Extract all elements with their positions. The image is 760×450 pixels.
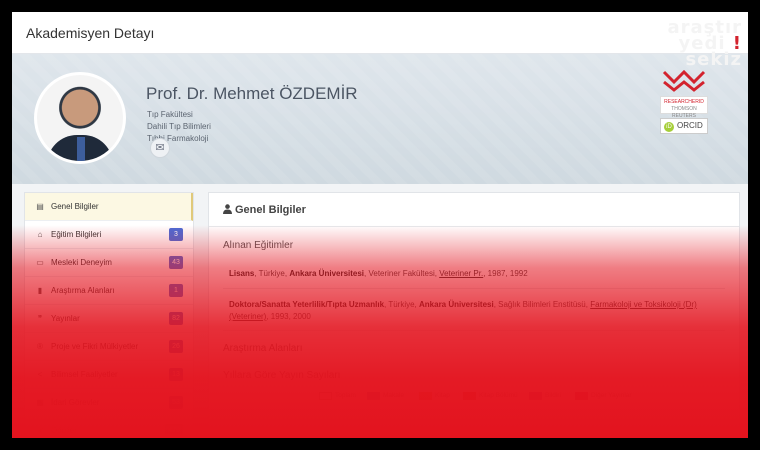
- education-row: Doktora/Sanatta Yeterlilik/Tıpta Uzmanlı…: [223, 289, 725, 331]
- sidebar-item[interactable]: ▭ Mesleki Deneyim 43: [25, 249, 193, 277]
- main-panel: Genel Bilgiler Alınan Eğitimler Lisans, …: [208, 192, 740, 438]
- legend-item[interactable]: Diğer Yayınlar: [575, 391, 632, 401]
- logo-line-3: sekiz: [685, 49, 742, 70]
- legend-label: Kitap: [435, 392, 450, 399]
- sidebar-item-label: Ödüller: [51, 426, 77, 435]
- legend-swatch: [319, 392, 332, 400]
- id-card-icon: ▭: [36, 258, 44, 267]
- legend-label: Bildiri: [545, 392, 561, 399]
- legend-swatch: [529, 392, 542, 400]
- sidebar-item[interactable]: ▮ Araştırma Alanları 1: [25, 277, 193, 305]
- orcid-icon: iD: [664, 122, 674, 132]
- registered-icon: ®: [37, 342, 43, 351]
- count-badge: 53: [169, 396, 183, 409]
- watermark-logo: araştır yedi ! sekiz: [662, 19, 742, 70]
- sidebar-item[interactable]: ❞ Yayınlar 82: [25, 305, 193, 333]
- top-bar: Akademisyen Detayı: [12, 12, 748, 54]
- book-icon: ▤: [36, 202, 44, 211]
- legend-item[interactable]: Kitap: [419, 391, 450, 401]
- sidebar-item-label: Proje ve Fikri Mülkiyetler: [51, 342, 139, 351]
- legend-item[interactable]: Makale: [367, 391, 404, 401]
- count-badge: 26: [169, 340, 183, 353]
- count-badge: 3: [169, 228, 183, 241]
- count-badge: 13: [169, 368, 183, 381]
- quote-icon: ❞: [37, 314, 43, 323]
- sidebar-item-label: Mesleki Deneyim: [51, 258, 112, 267]
- sidebar-item-label: Eğitim Bilgileri: [51, 230, 102, 239]
- legend-item[interactable]: Bildiri: [529, 391, 561, 401]
- sidebar-item[interactable]: ▤ Genel Bilgiler: [25, 193, 193, 221]
- legend-label: Kitap Bölümü: [479, 392, 518, 399]
- yok-logo-icon[interactable]: [662, 70, 706, 92]
- app-window: Akademisyen Detayı Prof. Dr. Mehmet ÖZDE…: [12, 12, 748, 438]
- sidebar-item[interactable]: ▦ İdari Görevler 53: [25, 389, 193, 417]
- sidebar-item[interactable]: < Bilimsel Faaliyetler 13: [25, 361, 193, 389]
- count-badge: 470: [165, 424, 183, 437]
- profile-department: Dahili Tıp Bilimleri: [147, 122, 211, 131]
- sidebar-item-label: Araştırma Alanları: [51, 286, 115, 295]
- avatar-tie: [77, 137, 85, 161]
- legend-item[interactable]: Kitap Bölümü: [463, 391, 518, 401]
- legend-label: Toplam: [335, 392, 356, 399]
- profile-name: Prof. Dr. Mehmet ÖZDEMİR: [146, 84, 358, 103]
- count-badge: 43: [169, 256, 183, 269]
- legend-swatch: [367, 392, 380, 400]
- legend-label: Diğer Yayınlar: [591, 392, 632, 399]
- profile-faculty: Tıp Fakültesi: [147, 110, 193, 119]
- mail-button[interactable]: ✉: [150, 138, 170, 158]
- envelope-icon: ✉: [155, 142, 165, 154]
- user-icon: [223, 204, 232, 214]
- sidebar-item[interactable]: ⌂ Eğitim Bilgileri 3: [25, 221, 193, 249]
- main-header-title: Genel Bilgiler: [235, 204, 306, 216]
- researcherid-label: RESEARCHERID: [664, 99, 704, 105]
- bookmark-icon: ▮: [37, 286, 43, 295]
- legend-swatch: [463, 392, 476, 400]
- legend-swatch: [575, 392, 588, 400]
- sidebar-item-label: İdari Görevler: [51, 398, 100, 407]
- avatar: [34, 72, 126, 164]
- building-icon: ▦: [36, 398, 44, 407]
- share-icon: <: [37, 370, 43, 379]
- orcid-badge[interactable]: iD ORCID: [660, 118, 708, 134]
- sidebar-item[interactable]: ® Proje ve Fikri Mülkiyetler 26: [25, 333, 193, 361]
- page-title: Akademisyen Detayı: [26, 25, 155, 41]
- education-row: Lisans, Türkiye, Ankara Üniversitesi, Ve…: [223, 259, 725, 289]
- legend-label: Makale: [383, 392, 404, 399]
- sidebar: ▤ Genel Bilgiler ⌂ Eğitim Bilgileri 3 ▭ Meslek…: [24, 192, 194, 438]
- research-areas-title: Araştırma Alanları: [223, 343, 303, 354]
- sidebar-item-label: Genel Bilgiler: [51, 202, 99, 211]
- count-badge: 82: [169, 312, 183, 325]
- program-link[interactable]: Veteriner Pr.: [439, 269, 483, 278]
- graduation-cap-icon: ⌂: [37, 230, 43, 239]
- trophy-icon: ♛: [36, 426, 44, 435]
- main-header: Genel Bilgiler: [209, 193, 739, 227]
- education-title: Alınan Eğitimler: [223, 240, 294, 251]
- researcherid-badge[interactable]: RESEARCHERID THOMSON REUTERS: [660, 96, 708, 119]
- sidebar-item-label: Bilimsel Faaliyetler: [51, 370, 118, 379]
- publications-chart-title: Yıllara Göre Yayın Sayıları: [223, 370, 341, 381]
- profile-header: Prof. Dr. Mehmet ÖZDEMİR Tıp Fakültesi D…: [12, 54, 748, 184]
- orcid-label: ORCID: [677, 121, 703, 130]
- sidebar-item[interactable]: ♛ Ödüller 470: [25, 417, 193, 438]
- legend-swatch: [419, 392, 432, 400]
- count-badge: 1: [169, 284, 183, 297]
- legend-item[interactable]: Toplam: [319, 391, 356, 401]
- sidebar-item-label: Yayınlar: [51, 314, 80, 323]
